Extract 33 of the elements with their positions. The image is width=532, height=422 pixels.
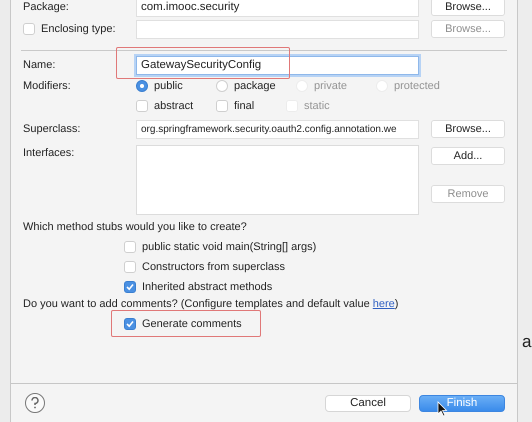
package-field[interactable]: com.imooc.security — [136, 0, 419, 16]
editor-glyph: a — [522, 332, 532, 352]
mouse-pointer-icon — [437, 400, 448, 416]
browse-button[interactable]: Browse... — [431, 120, 505, 138]
section-question: Which method stubs would you like to create? — [23, 221, 247, 233]
field-label: Interfaces: — [23, 147, 76, 159]
field-label: Package: — [23, 1, 70, 13]
checkbox[interactable] — [124, 318, 136, 330]
help-icon[interactable] — [25, 393, 45, 413]
browse-button[interactable]: Browse... — [431, 0, 505, 16]
superclass-field[interactable]: org.springframework.security.oauth2.config.annotation.we — [136, 120, 419, 138]
radio-option[interactable]: public — [136, 80, 183, 92]
checkbox-option[interactable]: abstract — [136, 100, 194, 112]
name-field[interactable]: GatewaySecurityConfig — [136, 56, 419, 74]
checkbox-option[interactable]: Generate comments — [124, 318, 242, 330]
add-button[interactable]: Add... — [431, 147, 505, 165]
field-label: Enclosing type: — [41, 23, 116, 35]
enclosing-type-field[interactable] — [136, 20, 419, 38]
checkbox-option[interactable]: public static void main(String[] args) — [124, 241, 316, 253]
radio-button[interactable] — [136, 80, 148, 92]
cancel-button[interactable]: Cancel — [325, 394, 411, 412]
checkbox-option[interactable]: Inherited abstract methods — [124, 281, 272, 293]
checkbox[interactable] — [124, 281, 136, 293]
interfaces-list[interactable] — [136, 145, 419, 215]
field-label: Superclass: — [23, 123, 82, 135]
field-label: Name: — [23, 59, 56, 71]
here-link[interactable]: here — [372, 298, 395, 310]
checkbox-option[interactable]: final — [216, 100, 254, 112]
section-question: Do you want to add comments? (Configure templates and default value — [23, 298, 370, 310]
field-label: Modifiers: — [23, 80, 72, 92]
checkbox-option[interactable]: Constructors from superclass — [124, 261, 286, 273]
closing-parenthesis: ) — [394, 298, 398, 310]
radio-option[interactable]: package — [216, 80, 276, 92]
